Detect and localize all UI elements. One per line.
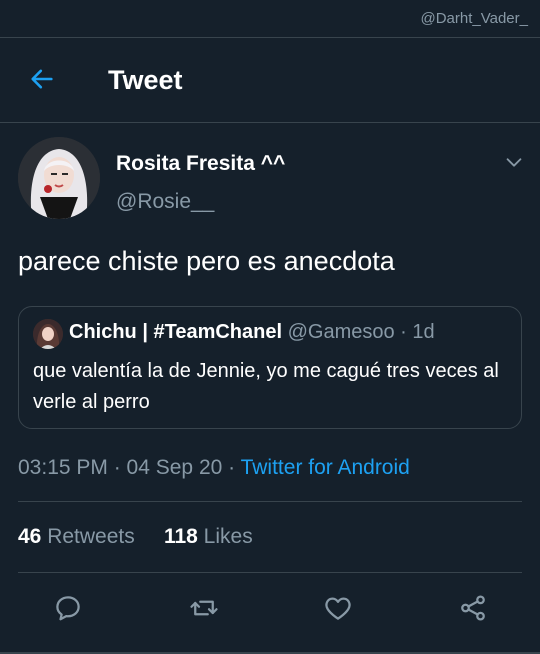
tweet-meta: 03:15 PM · 04 Sep 20 · Twitter for Andro… xyxy=(18,456,410,480)
retweets-count: 46 xyxy=(18,525,42,548)
tweet-stats: 46 Retweets 118 Likes xyxy=(18,525,253,549)
watermark: @Darht_Vader_ xyxy=(420,10,528,27)
retweets-stat[interactable]: 46 Retweets xyxy=(18,525,135,548)
source-link[interactable]: Twitter for Android xyxy=(241,456,410,479)
avatar[interactable] xyxy=(18,137,100,219)
divider xyxy=(18,501,522,502)
divider xyxy=(18,572,522,573)
quote-author-name: Chichu | #TeamChanel xyxy=(69,321,283,343)
author-name[interactable]: Rosita Fresita ^^ xyxy=(116,152,285,176)
quote-avatar xyxy=(33,319,63,349)
share-icon[interactable] xyxy=(458,593,488,623)
page-title: Tweet xyxy=(108,65,183,95)
quoted-tweet[interactable]: Chichu | #TeamChanel @Gamesoo · 1d que v… xyxy=(18,306,522,429)
retweets-label: Retweets xyxy=(47,525,135,548)
chevron-down-icon[interactable] xyxy=(503,151,525,173)
arrow-left-icon[interactable] xyxy=(28,65,56,93)
action-bar xyxy=(0,593,540,633)
likes-label: Likes xyxy=(203,525,253,548)
likes-count: 118 xyxy=(163,525,198,548)
retweet-icon[interactable] xyxy=(189,593,219,623)
timestamp: 03:15 PM · 04 Sep 20 · xyxy=(18,456,241,479)
likes-stat[interactable]: 118 Likes xyxy=(164,525,253,548)
tweet-text: parece chiste pero es anecdota xyxy=(18,246,395,276)
top-bar: Tweet xyxy=(0,37,540,123)
quote-header: Chichu | #TeamChanel @Gamesoo · 1d xyxy=(69,321,435,344)
author-handle[interactable]: @Rosie__ xyxy=(116,190,214,214)
reply-icon[interactable] xyxy=(53,593,83,623)
quote-text: que valentía la de Jennie, yo me cagué t… xyxy=(33,360,499,413)
like-icon[interactable] xyxy=(323,593,353,623)
quote-author-handle: @Gamesoo · 1d xyxy=(287,321,435,343)
